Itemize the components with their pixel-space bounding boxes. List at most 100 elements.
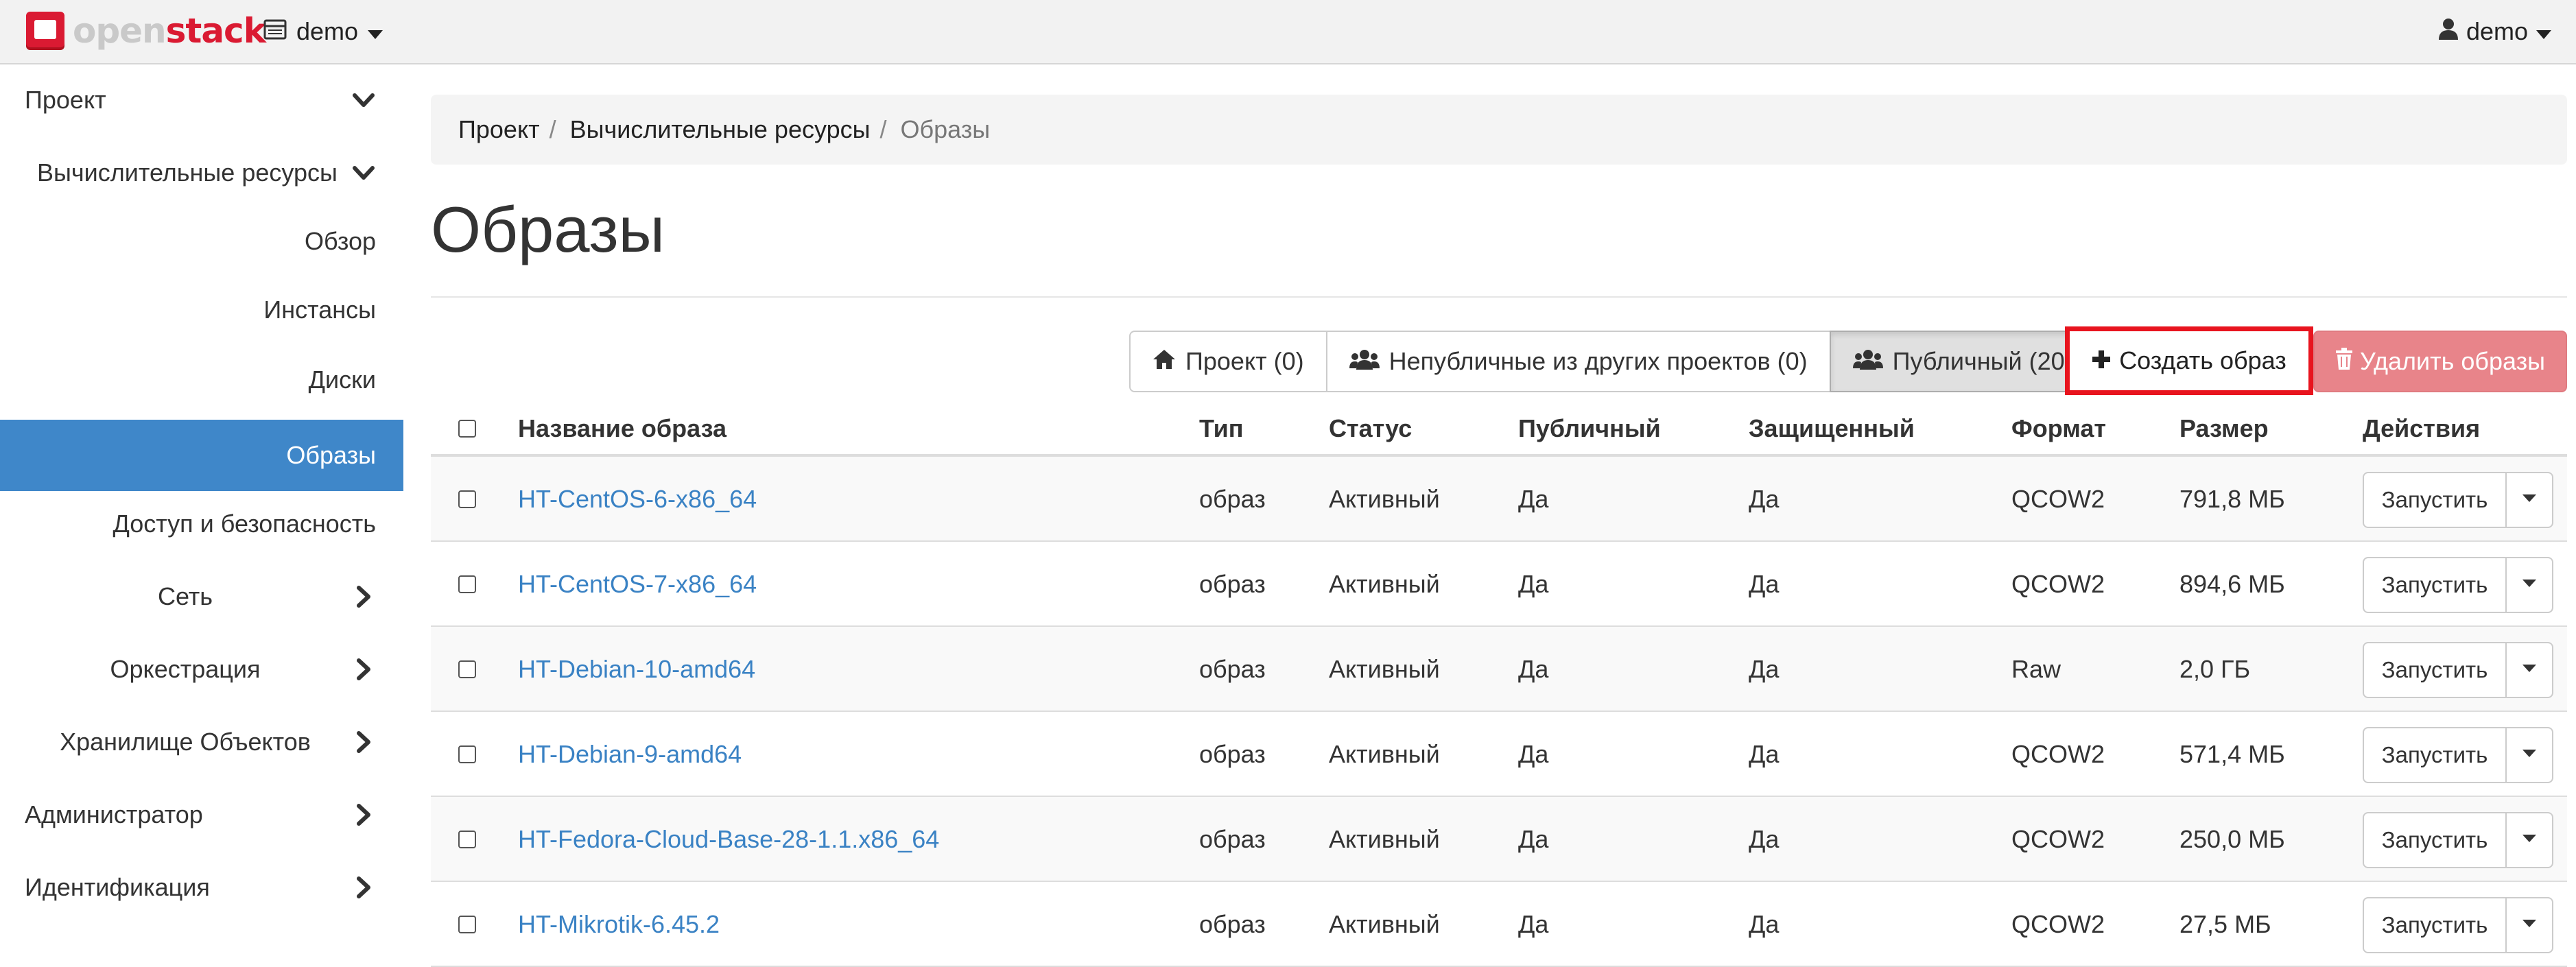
- row-checkbox-cell: [458, 882, 476, 967]
- image-size: 250,0 МБ: [2179, 825, 2285, 853]
- sidebar-item-label: Обзор: [305, 227, 376, 255]
- image-name-link[interactable]: HT-CentOS-6-x86_64: [518, 485, 757, 514]
- launch-button-group: Запустить: [2363, 812, 2553, 868]
- launch-button[interactable]: Запустить: [2363, 727, 2507, 783]
- sidebar-item-label: Инстансы: [263, 296, 376, 324]
- image-status: Активный: [1329, 740, 1440, 768]
- launch-button[interactable]: Запустить: [2363, 642, 2507, 698]
- launch-dropdown-toggle[interactable]: [2507, 897, 2553, 953]
- launch-dropdown-toggle[interactable]: [2507, 727, 2553, 783]
- image-name-link[interactable]: HT-Fedora-Cloud-Base-28-1.1.x86_64: [518, 825, 939, 854]
- image-format: Raw: [2011, 655, 2061, 683]
- select-all-checkbox-cell: [458, 401, 476, 457]
- image-protected: Да: [1749, 655, 1780, 683]
- image-name-cell: HT-Debian-10-amd64: [518, 627, 755, 712]
- row-checkbox[interactable]: [458, 490, 476, 508]
- sidebar-item-admin[interactable]: Администратор: [0, 779, 403, 850]
- sidebar-item-overview[interactable]: Обзор: [0, 206, 403, 277]
- filter-shared-button[interactable]: Непубличные из других проектов (0): [1325, 331, 1831, 392]
- launch-dropdown-toggle[interactable]: [2507, 642, 2553, 698]
- table-row: HT-CentOS-7-x86_64 образ Активный Да Да …: [431, 542, 2567, 627]
- launch-button-group: Запустить: [2363, 472, 2553, 528]
- delete-images-button[interactable]: Удалить образы: [2313, 331, 2567, 392]
- sidebar-item-label: Администратор: [25, 800, 203, 828]
- sidebar-item-network[interactable]: Сеть: [0, 561, 403, 632]
- table-row: HT-CentOS-6-x86_64 образ Активный Да Да …: [431, 457, 2567, 542]
- image-name-link[interactable]: HT-Mikrotik-6.45.2: [518, 910, 720, 939]
- sidebar-item-identity[interactable]: Идентификация: [0, 852, 403, 923]
- sidebar-item-volumes[interactable]: Диски: [0, 344, 403, 416]
- sidebar-item-instances[interactable]: Инстансы: [0, 274, 403, 346]
- sidebar-item-label: Образы: [286, 441, 376, 469]
- launch-dropdown-toggle[interactable]: [2507, 557, 2553, 613]
- image-name-link[interactable]: HT-Debian-9-amd64: [518, 740, 742, 769]
- project-selector-label: demo: [296, 17, 359, 45]
- image-name-link[interactable]: HT-CentOS-7-x86_64: [518, 570, 757, 599]
- image-status: Активный: [1329, 655, 1440, 683]
- create-image-button[interactable]: Создать образ: [2065, 326, 2313, 395]
- sidebar-item-label: Вычислительные ресурсы: [37, 158, 338, 187]
- breadcrumb-item-project[interactable]: Проект: [458, 115, 540, 144]
- image-type: образ: [1199, 825, 1266, 853]
- launch-dropdown-toggle[interactable]: [2507, 812, 2553, 868]
- row-checkbox[interactable]: [458, 916, 476, 933]
- column-header-size[interactable]: Размер: [2179, 401, 2269, 457]
- image-status: Активный: [1329, 910, 1440, 938]
- caret-down-icon: [2536, 17, 2551, 46]
- filter-public-button[interactable]: Публичный (20): [1829, 331, 2096, 392]
- chevron-right-icon: [351, 584, 376, 609]
- row-checkbox[interactable]: [458, 831, 476, 848]
- image-size: 571,4 МБ: [2179, 740, 2285, 768]
- launch-button[interactable]: Запустить: [2363, 897, 2507, 953]
- sidebar-item-compute[interactable]: Вычислительные ресурсы: [0, 137, 403, 208]
- image-public: Да: [1518, 825, 1549, 853]
- sidebar-item-images[interactable]: Образы: [0, 420, 403, 491]
- user-menu[interactable]: demo: [2438, 0, 2551, 63]
- sidebar-item-access-security[interactable]: Доступ и безопасность: [0, 488, 403, 560]
- caret-down-icon: [2522, 919, 2536, 931]
- image-name-link[interactable]: HT-Debian-10-amd64: [518, 655, 755, 684]
- launch-button[interactable]: Запустить: [2363, 812, 2507, 868]
- column-header-type[interactable]: Тип: [1199, 401, 1244, 457]
- image-protected: Да: [1749, 740, 1780, 768]
- chevron-right-icon: [351, 730, 376, 754]
- openstack-wordmark: openstack: [73, 11, 266, 51]
- project-selector[interactable]: demo: [263, 0, 383, 63]
- launch-button[interactable]: Запустить: [2363, 557, 2507, 613]
- caret-down-icon: [2522, 494, 2536, 506]
- image-public: Да: [1518, 910, 1549, 938]
- launch-button-group: Запустить: [2363, 727, 2553, 783]
- sidebar-item-label: Проект: [25, 86, 106, 114]
- breadcrumb-current: Образы: [900, 115, 991, 143]
- table-row: HT-Debian-10-amd64 образ Активный Да Да …: [431, 627, 2567, 712]
- sidebar-item-project[interactable]: Проект: [0, 64, 403, 136]
- column-header-status[interactable]: Статус: [1329, 401, 1412, 457]
- image-type: образ: [1199, 740, 1266, 768]
- filter-public-label: Публичный (20): [1892, 347, 2073, 375]
- sidebar-item-orchestration[interactable]: Оркестрация: [0, 634, 403, 705]
- table-row: HT-Mikrotik-6.45.2 образ Активный Да Да …: [431, 882, 2567, 967]
- row-checkbox[interactable]: [458, 575, 476, 593]
- trash-icon: [2335, 347, 2353, 376]
- column-header-format[interactable]: Формат: [2011, 401, 2106, 457]
- sidebar-item-object-store[interactable]: Хранилище Объектов: [0, 706, 403, 778]
- image-type: образ: [1199, 655, 1266, 683]
- column-header-public[interactable]: Публичный: [1518, 401, 1661, 457]
- column-header-name[interactable]: Название образа: [518, 401, 726, 457]
- breadcrumb-separator: /: [879, 115, 887, 143]
- image-type: образ: [1199, 570, 1266, 598]
- filter-project-button[interactable]: Проект (0): [1129, 331, 1327, 392]
- openstack-logo[interactable]: openstack: [23, 7, 266, 55]
- column-header-protected[interactable]: Защищенный: [1749, 401, 1915, 457]
- user-menu-label: demo: [2466, 17, 2528, 45]
- launch-dropdown-toggle[interactable]: [2507, 472, 2553, 528]
- breadcrumb-item-compute[interactable]: Вычислительные ресурсы: [570, 115, 871, 144]
- image-format: QCOW2: [2011, 485, 2105, 513]
- image-type: образ: [1199, 910, 1266, 938]
- row-checkbox-cell: [458, 457, 476, 542]
- filter-shared-label: Непубличные из других проектов (0): [1389, 347, 1808, 375]
- launch-button[interactable]: Запустить: [2363, 472, 2507, 528]
- select-all-checkbox[interactable]: [458, 420, 476, 438]
- row-checkbox[interactable]: [458, 745, 476, 763]
- row-checkbox[interactable]: [458, 660, 476, 678]
